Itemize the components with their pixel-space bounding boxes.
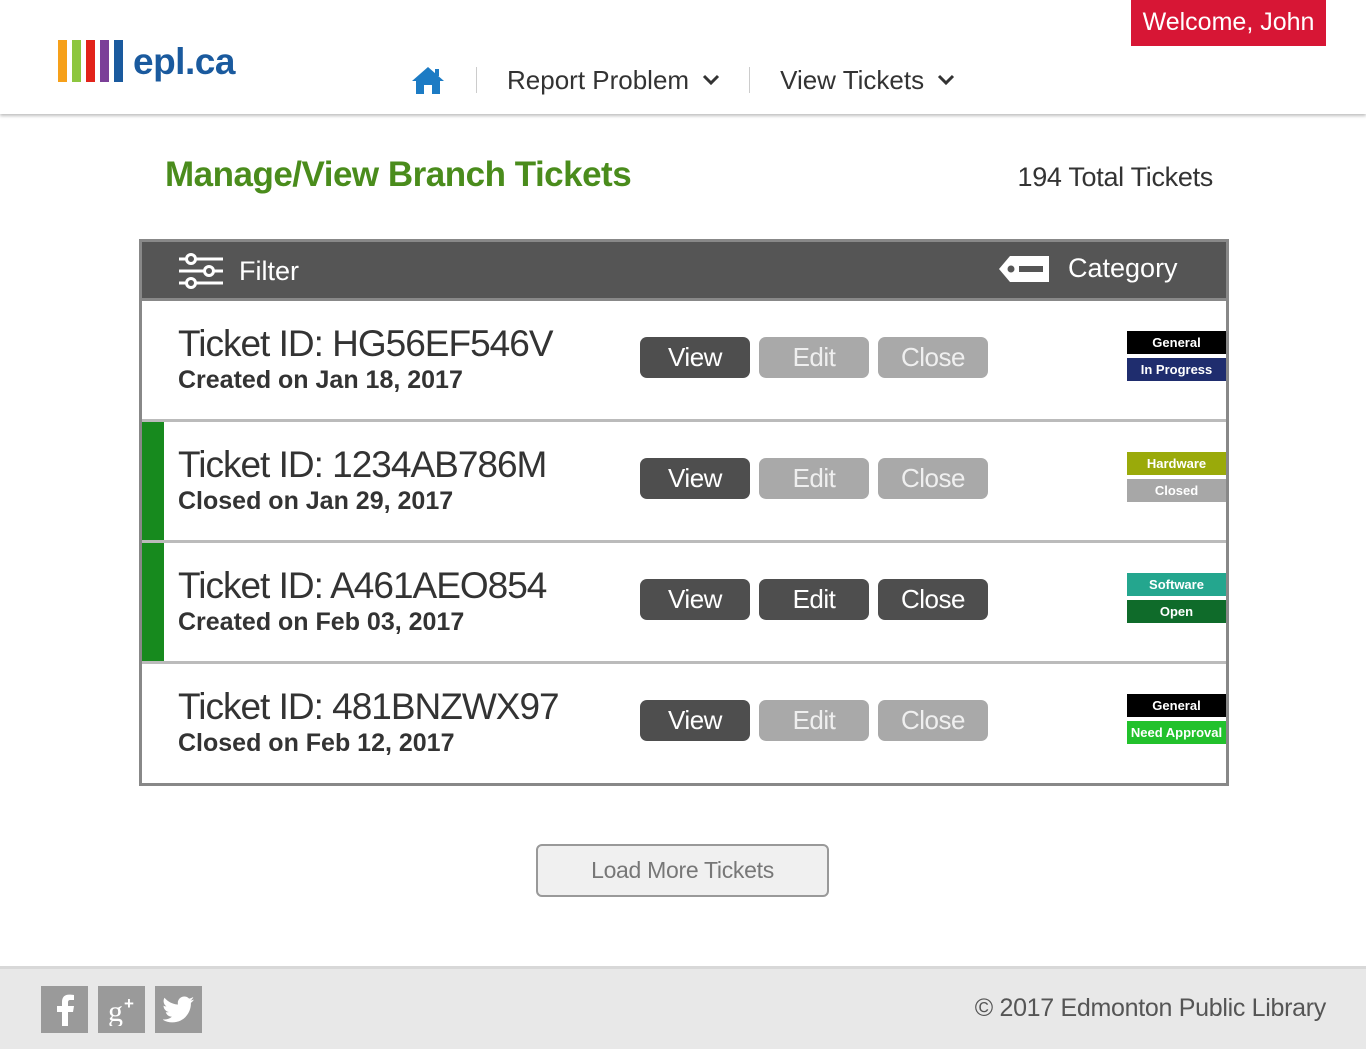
logo-bar <box>86 40 95 82</box>
epl-logo[interactable]: epl.ca <box>58 34 235 82</box>
ticket-id: Ticket ID: 1234AB786M <box>178 444 547 485</box>
view-ticket-button[interactable]: View <box>640 337 750 378</box>
ticket-date: Created on Feb 03, 2017 <box>178 608 465 636</box>
site-footer: g + © 2017 Edmonton Public Library <box>0 966 1366 1049</box>
row-accent-bar <box>142 543 164 661</box>
tag-icon <box>999 255 1049 282</box>
status-badge: In Progress <box>1127 358 1226 381</box>
category-badge: Hardware <box>1127 452 1226 475</box>
edit-ticket-button[interactable]: Edit <box>759 337 869 378</box>
view-ticket-button[interactable]: View <box>640 579 750 620</box>
nav-report-problem-label: Report Problem <box>507 64 690 95</box>
nav-view-tickets[interactable]: View Tickets <box>780 65 956 96</box>
twitter-icon[interactable] <box>155 986 202 1033</box>
ticket-row: Ticket ID: HG56EF546V Created on Jan 18, … <box>142 301 1226 422</box>
nav-divider <box>749 67 751 93</box>
copyright-text: © 2017 Edmonton Public Library <box>974 994 1327 1022</box>
ticket-row: Ticket ID: A461AEO854 Created on Feb 03, … <box>142 543 1226 664</box>
logo-bar <box>58 40 67 82</box>
edit-ticket-button[interactable]: Edit <box>759 700 869 741</box>
svg-text:g: g <box>108 995 123 1026</box>
edit-ticket-button[interactable]: Edit <box>759 579 869 620</box>
close-ticket-button[interactable]: Close <box>878 337 988 378</box>
nav-divider <box>476 67 477 93</box>
close-ticket-button[interactable]: Close <box>878 579 988 620</box>
logo-bar <box>72 40 81 82</box>
svg-text:+: + <box>124 994 134 1013</box>
logo-bar <box>100 40 109 82</box>
ticket-date: Closed on Feb 12, 2017 <box>178 729 455 757</box>
page-title: Manage/View Branch Tickets <box>165 155 632 194</box>
google-plus-icon[interactable]: g + <box>98 986 145 1033</box>
row-accent-bar <box>142 422 164 540</box>
logo-text: epl.ca <box>133 41 235 82</box>
category-button[interactable]: Category <box>998 253 1178 284</box>
ticket-date: Closed on Jan 29, 2017 <box>178 487 454 515</box>
edit-ticket-button[interactable]: Edit <box>759 458 869 499</box>
tickets-table: Filter Category Ticket ID: HG56EF546V Cre… <box>139 239 1229 786</box>
filter-label: Filter <box>239 255 299 286</box>
view-ticket-button[interactable]: View <box>640 700 750 741</box>
category-badge: General <box>1127 694 1226 717</box>
ticket-id: Ticket ID: HG56EF546V <box>178 323 553 364</box>
ticket-id: Ticket ID: 481BNZWX97 <box>178 686 560 727</box>
chevron-down-icon <box>938 74 955 86</box>
filter-button[interactable]: Filter <box>177 253 299 289</box>
logo-bars <box>58 40 123 82</box>
home-icon[interactable] <box>408 60 448 100</box>
ticket-id: Ticket ID: A461AEO854 <box>178 565 547 606</box>
category-label: Category <box>1068 253 1178 283</box>
main-nav: Report Problem View Tickets <box>408 60 956 100</box>
status-badge: Open <box>1127 600 1226 623</box>
ticket-date: Created on Jan 18, 2017 <box>178 366 463 394</box>
status-badge: Closed <box>1127 479 1226 502</box>
facebook-icon[interactable] <box>41 986 88 1033</box>
view-ticket-button[interactable]: View <box>640 458 750 499</box>
load-more-button[interactable]: Load More Tickets <box>536 844 829 897</box>
tickets-list: Ticket ID: HG56EF546V Created on Jan 18, … <box>142 301 1226 785</box>
nav-report-problem[interactable]: Report Problem <box>507 65 721 96</box>
logo-bar <box>114 40 123 82</box>
ticket-row: Ticket ID: 1234AB786M Closed on Jan 29, 2… <box>142 422 1226 543</box>
status-badge: Need Approval <box>1127 721 1226 744</box>
category-badge: General <box>1127 331 1226 354</box>
ticket-row: Ticket ID: 481BNZWX97 Closed on Feb 12, 2… <box>142 664 1226 785</box>
site-header: epl.ca Report Problem View Tickets Welco… <box>0 0 1366 114</box>
filter-sliders-icon <box>179 253 223 289</box>
welcome-user-button[interactable]: Welcome, John <box>1131 0 1326 46</box>
nav-view-tickets-label: View Tickets <box>780 64 925 95</box>
chevron-down-icon <box>703 74 720 86</box>
tickets-table-header: Filter Category <box>142 242 1226 301</box>
close-ticket-button[interactable]: Close <box>878 700 988 741</box>
total-tickets-count: 194 Total Tickets <box>1017 162 1213 192</box>
close-ticket-button[interactable]: Close <box>878 458 988 499</box>
category-badge: Software <box>1127 573 1226 596</box>
